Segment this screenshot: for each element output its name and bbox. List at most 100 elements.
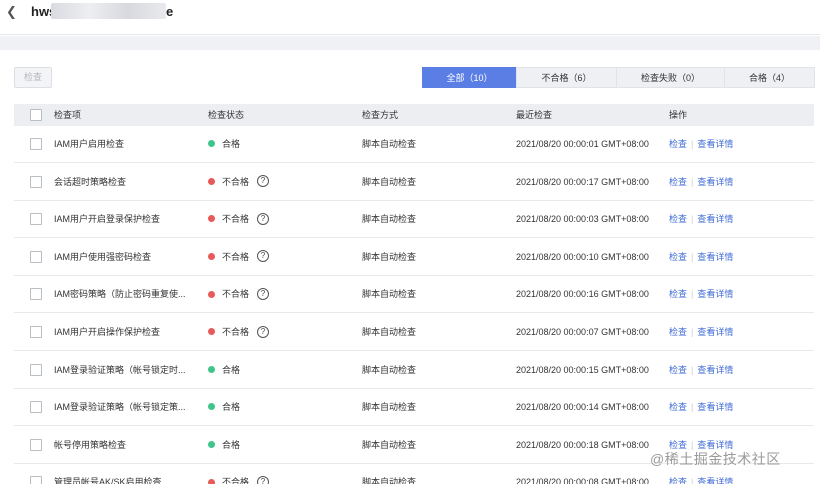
tab-all[interactable]: 全部（10）: [422, 67, 517, 88]
status-label: 不合格: [222, 289, 250, 300]
view-details-link[interactable]: 查看详情: [697, 177, 733, 187]
last-check-time: 2021/08/20 00:00:01 GMT+08:00: [516, 139, 649, 149]
last-check-time: 2021/08/20 00:00:18 GMT+08:00: [516, 439, 649, 450]
chevron-left-icon[interactable]: ❮: [6, 4, 20, 20]
header-divider-band: [0, 36, 820, 50]
status-dot-icon: [208, 252, 215, 260]
check-item-name: IAM登录验证策略（帐号锁定时...: [54, 364, 186, 375]
check-link[interactable]: 检查: [669, 177, 687, 187]
actions-cell: 检查 | 查看详情: [669, 352, 733, 389]
view-details-link[interactable]: 查看详情: [697, 477, 733, 484]
help-icon[interactable]: ?: [257, 476, 270, 484]
check-item-name: IAM用户开启操作保护检查: [54, 327, 161, 337]
action-separator: |: [691, 327, 694, 337]
last-check-time: 2021/08/20 00:00:08 GMT+08:00: [516, 477, 649, 484]
last-check-time: 2021/08/20 00:00:03 GMT+08:00: [516, 214, 649, 225]
last-check-time: 2021/08/20 00:00:15 GMT+08:00: [516, 364, 649, 375]
last-check-time: 2021/08/20 00:00:10 GMT+08:00: [516, 251, 649, 262]
check-link[interactable]: 检查: [669, 289, 687, 299]
table-row: IAM密码策略（防止密码重复使... 不合格? 脚本自动检查 2021/08/20 0…: [14, 276, 814, 314]
row-checkbox[interactable]: [30, 175, 42, 188]
actions-cell: 检查 | 查看详情: [669, 201, 733, 238]
check-button[interactable]: 检查: [14, 67, 52, 88]
check-link[interactable]: 检查: [669, 139, 687, 149]
help-icon[interactable]: ?: [257, 212, 270, 225]
row-checkbox[interactable]: [30, 476, 42, 484]
page-title-suffix: e: [166, 4, 174, 19]
check-method: 脚本自动检查: [362, 139, 417, 149]
row-checkbox[interactable]: [30, 288, 42, 301]
action-separator: |: [691, 214, 694, 225]
check-item-name: IAM用户使用强密码检查: [54, 251, 152, 262]
tab-failed-compliance[interactable]: 不合格（6）: [516, 67, 617, 88]
row-checkbox[interactable]: [30, 438, 42, 451]
table-row: IAM用户启用检查 合格 脚本自动检查 2021/08/20 00:00:01 GMT…: [14, 126, 814, 163]
view-details-link[interactable]: 查看详情: [697, 252, 733, 262]
row-checkbox[interactable]: [30, 401, 42, 414]
check-link[interactable]: 检查: [669, 252, 687, 262]
last-check-time: 2021/08/20 00:00:17 GMT+08:00: [516, 176, 649, 187]
table-header: 检查项 检查状态 检查方式 最近检查 操作: [14, 104, 814, 126]
view-details-link[interactable]: 查看详情: [697, 402, 733, 412]
actions-cell: 检查 | 查看详情: [669, 389, 733, 426]
check-method: 脚本自动检查: [362, 251, 417, 262]
view-details-link[interactable]: 查看详情: [697, 214, 733, 224]
status-label: 不合格: [222, 176, 250, 187]
column-header-actions: 操作: [669, 110, 688, 120]
status-dot-icon: [208, 328, 215, 336]
check-item-name: IAM登录验证策略（帐号锁定策...: [54, 402, 186, 413]
status-label: 不合格: [222, 327, 250, 337]
actions-cell: 检查 | 查看详情: [669, 126, 733, 163]
view-details-link[interactable]: 查看详情: [697, 365, 733, 375]
help-icon[interactable]: ?: [257, 250, 270, 263]
check-item-name: IAM密码策略（防止密码重复使...: [54, 289, 186, 300]
check-link[interactable]: 检查: [669, 214, 687, 224]
table-row: IAM用户开启登录保护检查 不合格? 脚本自动检查 2021/08/20 00:00:…: [14, 201, 814, 239]
status-cell: 不合格?: [208, 201, 270, 238]
check-link[interactable]: 检查: [669, 402, 687, 412]
status-dot-icon: [208, 290, 215, 298]
check-link[interactable]: 检查: [669, 365, 687, 375]
view-details-link[interactable]: 查看详情: [697, 139, 733, 149]
column-header-method: 检查方式: [362, 110, 399, 120]
action-separator: |: [691, 289, 694, 300]
help-icon[interactable]: ?: [257, 325, 270, 338]
status-dot-icon: [208, 215, 215, 223]
row-checkbox[interactable]: [30, 363, 42, 376]
status-dot-icon: [208, 177, 215, 185]
check-link[interactable]: 检查: [669, 327, 687, 337]
help-icon[interactable]: ?: [257, 175, 270, 188]
check-item-name: IAM用户启用检查: [54, 139, 125, 149]
row-checkbox[interactable]: [30, 326, 42, 338]
check-method: 脚本自动检查: [362, 364, 417, 375]
table-row: IAM用户使用强密码检查 不合格? 脚本自动检查 2021/08/20 00:00:1…: [14, 239, 814, 276]
column-header-status: 检查状态: [208, 110, 245, 120]
table-row: IAM用户开启操作保护检查 不合格? 脚本自动检查 2021/08/20 00:00:…: [14, 314, 814, 351]
row-checkbox[interactable]: [30, 250, 42, 263]
row-checkbox[interactable]: [30, 213, 42, 226]
status-label: 不合格: [222, 251, 250, 262]
action-separator: |: [691, 402, 694, 413]
table-row: IAM登录验证策略（帐号锁定策... 合格 脚本自动检查 2021/08/20 00:…: [14, 389, 814, 427]
redacted-title-block: [51, 3, 166, 19]
check-link[interactable]: 检查: [669, 477, 687, 484]
status-dot-icon: [208, 478, 215, 484]
table-row: 会话超时策略检查 不合格? 脚本自动检查 2021/08/20 00:00:17 GM…: [14, 164, 814, 201]
view-details-link[interactable]: 查看详情: [697, 289, 733, 299]
select-all-checkbox[interactable]: [30, 109, 42, 121]
tab-check-failed[interactable]: 检查失败（0）: [616, 67, 725, 88]
status-cell: 不合格?: [208, 464, 270, 484]
action-separator: |: [691, 477, 694, 484]
tab-passed[interactable]: 合格（4）: [724, 67, 815, 88]
row-checkbox[interactable]: [30, 138, 42, 150]
status-cell: 合格: [208, 389, 240, 426]
check-method: 脚本自动检查: [362, 214, 417, 225]
actions-cell: 检查 | 查看详情: [669, 239, 733, 276]
view-details-link[interactable]: 查看详情: [697, 327, 733, 337]
help-icon[interactable]: ?: [257, 288, 270, 301]
status-dot-icon: [208, 440, 215, 448]
status-label: 合格: [222, 139, 241, 149]
status-label: 不合格: [222, 214, 250, 225]
status-cell: 不合格?: [208, 276, 270, 313]
status-label: 合格: [222, 402, 241, 413]
